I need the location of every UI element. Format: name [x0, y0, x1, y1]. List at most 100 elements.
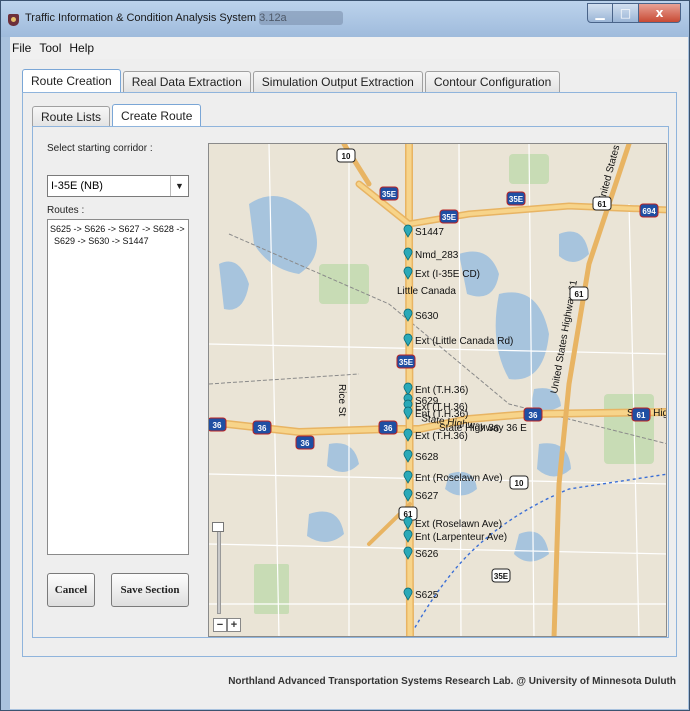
lake — [249, 196, 317, 274]
lake — [559, 231, 589, 263]
zoom-slider-track[interactable] — [217, 524, 221, 614]
lake — [537, 443, 571, 477]
route-stop-marker[interactable]: Ent (Larpenteur Ave) — [403, 529, 507, 543]
route-stop-marker[interactable]: Ent (T.H.36) — [403, 382, 468, 396]
menu-bar: File Tool Help — [10, 37, 688, 59]
zoom-slider-handle[interactable] — [212, 522, 224, 532]
highway-shield-label: 36 — [529, 411, 538, 420]
highway-shield-label: 61 — [598, 200, 607, 209]
zoom-in-button[interactable]: + — [227, 618, 241, 632]
route-creation-panel: Route Lists Create Route Select starting… — [22, 92, 677, 657]
route-stop-label: Ext (Roselawn Ave) — [415, 519, 502, 530]
highway-shield: 36 — [295, 435, 315, 450]
route-stop-label: Ext (T.H.36) — [415, 431, 468, 442]
highway-shield-label: 36 — [384, 424, 393, 433]
highway-shield-label: 36 — [258, 424, 267, 433]
route-stop-label: S630 — [415, 311, 439, 322]
title-bar[interactable]: Traffic Information & Condition Analysis… — [1, 1, 689, 37]
app-shield-icon — [8, 14, 19, 26]
save-section-label: Save Section — [120, 584, 180, 596]
cancel-label: Cancel — [54, 584, 88, 596]
highway-shield: 10 — [509, 475, 529, 490]
client-area: Route Creation Real Data Extraction Simu… — [10, 59, 688, 709]
route-stop-label: Ent (T.H.36) — [415, 385, 468, 396]
highway-shield-label: 35E — [442, 213, 457, 222]
highway-shield-label: 35E — [509, 195, 524, 204]
highway-shield-label: 36 — [213, 421, 222, 430]
tab-create-route[interactable]: Create Route — [112, 104, 202, 127]
app-window: Traffic Information & Condition Analysis… — [0, 0, 690, 711]
chevron-down-icon[interactable]: ▼ — [170, 176, 188, 196]
maximize-button[interactable]: □ — [613, 3, 639, 23]
route-stop-label: Nmd_283 — [415, 250, 459, 261]
sub-tab-bar: Route Lists Create Route — [32, 104, 203, 127]
highway-shield: 35E — [439, 209, 459, 224]
main-tab-bar: Route Creation Real Data Extraction Simu… — [22, 69, 562, 92]
tab-real-data-extraction[interactable]: Real Data Extraction — [122, 71, 251, 92]
lake — [219, 261, 249, 310]
corridor-selected-value: I-35E (NB) — [51, 180, 103, 192]
highway-shield: 61 — [569, 286, 589, 301]
highway-shield: 36 — [378, 420, 398, 435]
highway-shield: 35E — [491, 568, 511, 583]
route-stop-label: S627 — [415, 491, 439, 502]
route-stop-marker[interactable]: Ext (Little Canada Rd) — [403, 333, 513, 347]
lake — [307, 511, 344, 543]
highway-shield-label: 35E — [382, 190, 397, 199]
highway-shield: 36 — [523, 407, 543, 422]
route-stop-marker[interactable]: Ent (Roselawn Ave) — [403, 470, 503, 484]
window-controls: ▁ □ x — [587, 3, 681, 23]
route-stop-label: S625 — [415, 590, 439, 601]
tab-simulation-output-extraction[interactable]: Simulation Output Extraction — [252, 71, 423, 92]
tab-route-creation[interactable]: Route Creation — [22, 69, 121, 92]
highway-shield-label: 36 — [301, 439, 310, 448]
minimize-button[interactable]: ▁ — [587, 3, 613, 23]
routes-line-2: S629 -> S630 -> S1447 — [54, 236, 149, 246]
blurred-taskbar-item — [259, 11, 343, 25]
route-stop-marker[interactable]: Ent (T.H.36) — [403, 406, 468, 420]
route-stop-marker[interactable]: Ext (I-35E CD) — [403, 266, 480, 280]
highway-shield: 35E — [379, 186, 399, 201]
highway-shield: 10 — [336, 148, 356, 163]
place-label: Little Canada — [397, 286, 456, 297]
create-route-panel: Select starting corridor : I-35E (NB) ▼ … — [32, 126, 669, 638]
tab-contour-configuration[interactable]: Contour Configuration — [424, 71, 561, 92]
zoom-out-button[interactable]: − — [213, 618, 227, 632]
highway-shield: 61 — [592, 196, 612, 211]
menu-tool[interactable]: Tool — [39, 41, 61, 55]
routes-label: Routes : — [47, 205, 85, 216]
lake — [514, 531, 549, 562]
route-stop-label: Ext (I-35E CD) — [415, 269, 480, 280]
corridor-label: Select starting corridor : — [47, 143, 153, 154]
corridor-select[interactable]: I-35E (NB) ▼ — [47, 175, 189, 197]
route-map[interactable]: Little Canada Rice St United States High… — [208, 143, 667, 637]
close-button[interactable]: x — [639, 3, 681, 23]
route-stop-marker[interactable]: Ext (Roselawn Ave) — [403, 516, 502, 530]
park — [254, 564, 289, 614]
route-stop-label: S628 — [415, 452, 439, 463]
park — [319, 264, 369, 304]
route-stop-label: Ent (Roselawn Ave) — [415, 473, 503, 484]
route-stop-label: Ent (Larpenteur Ave) — [415, 532, 507, 543]
route-stop-label: Ext (Little Canada Rd) — [415, 336, 513, 347]
highway-shield: 35E — [396, 354, 416, 369]
highway-shield-label: 694 — [642, 207, 656, 216]
cancel-button[interactable]: Cancel — [47, 573, 95, 607]
highway-shield: 36 — [209, 417, 227, 432]
minimize-icon: ▁ — [595, 6, 605, 20]
map-canvas: Little Canada Rice St United States High… — [209, 144, 666, 636]
railway — [209, 373, 360, 385]
tab-route-lists[interactable]: Route Lists — [32, 106, 111, 127]
park — [604, 394, 654, 464]
close-icon: x — [655, 6, 664, 20]
menu-help[interactable]: Help — [69, 41, 94, 55]
maximize-icon: □ — [619, 6, 632, 20]
footer-credit: Northland Advanced Transportation System… — [228, 676, 676, 687]
routes-textarea[interactable]: S625 -> S626 -> S627 -> S628 -> S629 -> … — [47, 219, 189, 555]
highway-shield: 35E — [506, 191, 526, 206]
us-highway-61 — [551, 144, 632, 636]
highway-shield: 36 — [252, 420, 272, 435]
menu-file[interactable]: File — [12, 41, 31, 55]
save-section-button[interactable]: Save Section — [111, 573, 189, 607]
highway-shield: 694 — [639, 203, 659, 218]
